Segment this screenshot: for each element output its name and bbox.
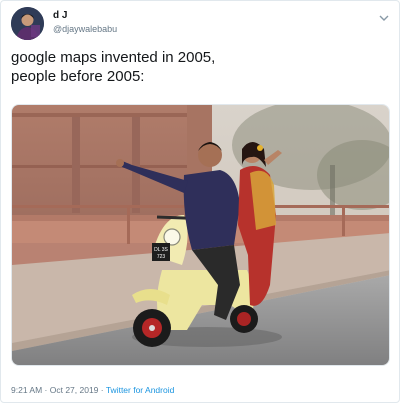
number-plate-line: DL 3S — [154, 247, 168, 253]
timestamp[interactable]: 9:21 AM · Oct 27, 2019 — [11, 385, 98, 395]
tweet-card: d J @djaywalebabu google maps invented i… — [0, 0, 400, 403]
separator: · — [98, 385, 106, 395]
tweet-text: google maps invented in 2005, people bef… — [11, 48, 391, 86]
tweet-text-line: google maps invented in 2005, — [11, 49, 216, 66]
tweet-text-line: people before 2005: — [11, 68, 145, 85]
number-plate-line: 723 — [157, 254, 166, 260]
avatar[interactable] — [11, 7, 44, 40]
display-name[interactable]: d J — [53, 10, 117, 22]
tweet-photo[interactable]: DL 3S 723 — [11, 104, 390, 366]
chevron-down-icon[interactable] — [377, 11, 391, 25]
tweet-meta: 9:21 AM · Oct 27, 2019 · Twitter for And… — [11, 385, 174, 395]
tweet-header: d J @djaywalebabu — [11, 7, 391, 43]
user-names: d J @djaywalebabu — [53, 10, 117, 35]
user-handle[interactable]: @djaywalebabu — [53, 23, 117, 35]
source-link[interactable]: Twitter for Android — [106, 385, 175, 395]
